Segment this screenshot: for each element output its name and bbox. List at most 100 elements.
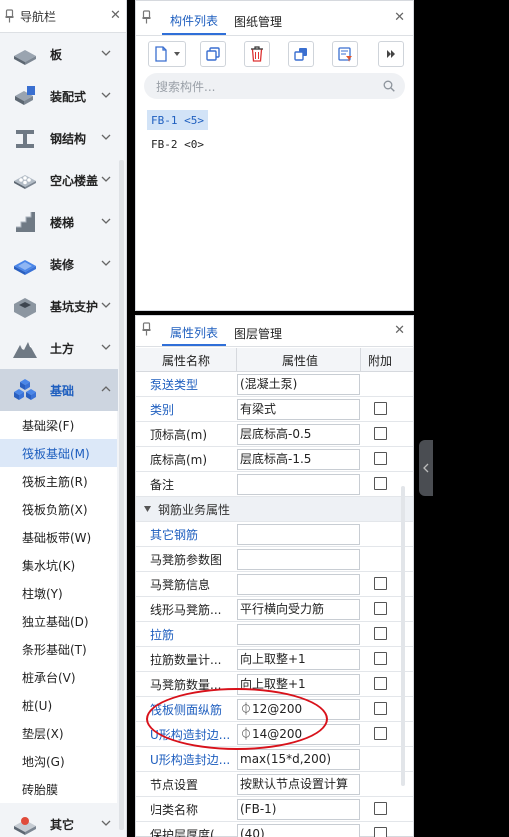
component-item-fb1[interactable]: FB-1 <5> [147, 110, 208, 130]
nav-sub-item[interactable]: 柱墩(Y) [0, 579, 117, 607]
nav-category-4[interactable]: 楼梯 [0, 201, 118, 243]
property-value-input[interactable]: max(15*d,200) [237, 749, 360, 770]
copy-button[interactable] [200, 41, 226, 67]
additional-checkbox[interactable] [374, 702, 387, 715]
component-search-input[interactable]: 搜索构件... [144, 73, 405, 99]
rebar-properties-group[interactable]: 钢筋业务属性 [136, 497, 413, 522]
additional-checkbox[interactable] [374, 627, 387, 640]
property-value-input[interactable] [237, 574, 360, 595]
additional-checkbox[interactable] [374, 602, 387, 615]
nav-sub-item[interactable]: 独立基础(D) [0, 607, 117, 635]
property-value-input[interactable]: ⏀14@200 [237, 724, 360, 745]
property-name[interactable]: 泵送类型 [150, 376, 236, 393]
additional-checkbox[interactable] [374, 727, 387, 740]
nav-category-2[interactable]: 钢结构 [0, 117, 118, 159]
property-scrollbar[interactable] [401, 486, 405, 786]
chevron-down-icon [101, 176, 111, 182]
additional-checkbox[interactable] [374, 827, 387, 837]
delete-button[interactable] [244, 41, 270, 67]
property-name: 马凳筋数量... [150, 677, 222, 692]
component-item-fb2[interactable]: FB-2 <0> [147, 134, 208, 154]
nav-category-6[interactable]: 基坑支护 [0, 285, 118, 327]
pin-icon[interactable] [5, 9, 14, 23]
nav-sub-item[interactable]: 垫层(X) [0, 719, 117, 747]
component-toolbar [148, 41, 408, 67]
additional-checkbox[interactable] [374, 402, 387, 415]
property-name[interactable]: U形构造封边... [150, 751, 236, 768]
new-component-button[interactable] [148, 41, 186, 67]
nav-sub-item[interactable]: 砖胎膜 [0, 775, 117, 803]
additional-checkbox[interactable] [374, 652, 387, 665]
layer-copy-button[interactable] [288, 41, 314, 67]
property-name[interactable]: U形构造封边... [150, 726, 236, 743]
more-tools-button[interactable] [378, 41, 404, 67]
chevron-down-icon [101, 92, 111, 98]
nav-category-0[interactable]: 板 [0, 33, 118, 75]
pin-icon[interactable] [142, 10, 151, 24]
property-value-input[interactable] [237, 524, 360, 545]
property-value-input[interactable]: 平行横向受力筋 [237, 599, 360, 620]
property-name[interactable]: 拉筋 [150, 626, 236, 643]
property-value-input[interactable]: (混凝土泵) [237, 374, 360, 395]
pin-icon[interactable] [142, 322, 151, 336]
nav-category-other[interactable]: 其它 [0, 803, 118, 837]
filter-button[interactable] [332, 41, 358, 67]
nav-sub-item[interactable]: 筏板主筋(R) [0, 467, 117, 495]
property-row: U形构造封边... max(15*d,200) [136, 747, 413, 772]
property-row: 马凳筋参数图 [136, 547, 413, 572]
nav-sub-item[interactable]: 基础板带(W) [0, 523, 117, 551]
nav-sub-item[interactable]: 集水坑(K) [0, 551, 117, 579]
additional-checkbox[interactable] [374, 452, 387, 465]
tab-component-list[interactable]: 构件列表 [162, 7, 227, 35]
dropdown-arrow-icon[interactable] [174, 52, 180, 56]
copy-icon [206, 47, 220, 61]
close-icon[interactable]: ✕ [394, 324, 405, 337]
close-icon[interactable]: ✕ [110, 9, 121, 22]
tab-drawing-management[interactable]: 图纸管理 [226, 7, 290, 35]
property-name: 备注 [150, 477, 175, 492]
tab-layer-management[interactable]: 图层管理 [226, 320, 290, 346]
property-value-input[interactable]: 层底标高-1.5 [237, 449, 360, 470]
property-value-input[interactable]: 按默认节点设置计算 [237, 774, 360, 795]
property-value-input[interactable] [237, 624, 360, 645]
property-value-input[interactable]: (FB-1) [237, 799, 360, 820]
property-value-input[interactable]: 层底标高-0.5 [237, 424, 360, 445]
tab-property-list[interactable]: 属性列表 [162, 320, 227, 346]
chevron-up-icon [101, 386, 111, 392]
nav-sub-item[interactable]: 筏板基础(M) [0, 439, 117, 467]
property-value-input[interactable]: ⏀12@200 [237, 699, 360, 720]
nav-scrollbar[interactable] [119, 160, 124, 830]
nav-category-7[interactable]: 土方 [0, 327, 118, 369]
additional-checkbox[interactable] [374, 427, 387, 440]
property-name[interactable]: 类别 [150, 401, 236, 418]
nav-category-1[interactable]: 装配式 [0, 75, 118, 117]
nav-category-8[interactable]: 基础 [0, 369, 118, 411]
property-name[interactable]: 筏板侧面纵筋 [150, 701, 236, 718]
nav-sub-item[interactable]: 地沟(G) [0, 747, 117, 775]
property-value-input[interactable] [237, 474, 360, 495]
nav-sub-item[interactable]: 筏板负筋(X) [0, 495, 117, 523]
additional-checkbox[interactable] [374, 677, 387, 690]
property-value-input[interactable]: 向上取整+1 [237, 674, 360, 695]
property-name[interactable]: 其它钢筋 [150, 526, 236, 543]
additional-checkbox[interactable] [374, 802, 387, 815]
collapse-panel-handle[interactable] [419, 440, 433, 496]
close-icon[interactable]: ✕ [394, 11, 405, 24]
search-icon[interactable] [383, 80, 395, 92]
property-value-input[interactable]: (40) [237, 824, 360, 837]
nav-sub-item[interactable]: 桩承台(V) [0, 663, 117, 691]
property-row: 筏板侧面纵筋 ⏀12@200 [136, 697, 413, 722]
nav-sub-item[interactable]: 条形基础(T) [0, 635, 117, 663]
nav-sub-item[interactable]: 基础梁(F) [0, 411, 117, 439]
property-value-input[interactable]: 向上取整+1 [237, 649, 360, 670]
collapse-triangle-icon[interactable] [144, 506, 151, 512]
property-value-input[interactable]: 有梁式 [237, 399, 360, 420]
additional-checkbox[interactable] [374, 577, 387, 590]
additional-checkbox[interactable] [374, 477, 387, 490]
property-name: 顶标高(m) [150, 427, 208, 442]
nav-category-3[interactable]: 空心楼盖 [0, 159, 118, 201]
nav-category-5[interactable]: 装修 [0, 243, 118, 285]
property-row: 其它钢筋 [136, 522, 413, 547]
nav-sub-item[interactable]: 桩(U) [0, 691, 117, 719]
property-value-input[interactable] [237, 549, 360, 570]
